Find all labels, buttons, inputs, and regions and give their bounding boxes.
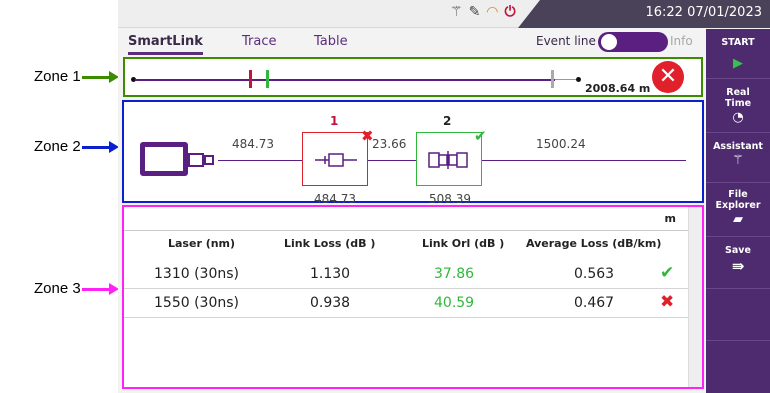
power-icon: ⏻: [504, 4, 516, 20]
probe-icon: ✎: [468, 4, 481, 20]
clock: 16:22 07/01/2023: [645, 5, 762, 20]
zone-2-arrow: [82, 141, 119, 153]
cell-link-orl: 40.59: [434, 295, 475, 311]
clock-area: 16:22 07/01/2023: [518, 0, 770, 28]
device-screen: ⚚ ✎ ◠ ⏻ 16:22 07/01/2023 SmartLink Trace…: [118, 0, 770, 393]
info-label: Info: [670, 34, 693, 48]
cell-laser: 1550 (30ns): [154, 295, 239, 311]
event-marker-1[interactable]: [249, 70, 252, 88]
table-row[interactable]: 1310 (30ns) 1.130 37.86 0.563 ✔: [124, 261, 688, 289]
sidebar-empty-slot: [706, 289, 770, 341]
save-icon: ⇛: [731, 257, 745, 275]
tab-bar: SmartLink Trace Table Event line Info: [118, 29, 706, 55]
zone-3-results: m Laser (nm) Link Loss (dB ) Link Orl (d…: [122, 205, 704, 389]
folder-icon: ▰: [733, 212, 743, 227]
event-1-fail-icon: ✖: [361, 127, 374, 145]
end-dot: [576, 77, 581, 82]
sidebar: START ▶ Real Time ◔ Assistant ⚚ File Exp…: [706, 29, 770, 393]
unit-row: m: [124, 207, 688, 231]
header-link-orl: Link Orl (dB ): [422, 237, 505, 250]
cell-link-loss: 0.938: [310, 295, 351, 311]
clock-date: 07/01/2023: [687, 5, 762, 20]
results-table: Laser (nm) Link Loss (dB ) Link Orl (dB …: [124, 231, 688, 387]
header-laser: Laser (nm): [168, 237, 236, 250]
zone-2-link-view: 484.73 23.66 1500.24 1 ✖ 484.73 2 ✔ 508.…: [122, 100, 704, 206]
event-2-position: 508.39: [429, 192, 471, 206]
unit-label: m: [664, 212, 676, 225]
header-link-loss: Link Loss (dB ): [284, 237, 376, 250]
zone-3-arrow: [82, 283, 119, 295]
cell-average-loss: 0.563: [574, 266, 615, 282]
fail-icon: ✖: [660, 292, 675, 312]
assistant-label: Assistant: [713, 141, 763, 152]
page: Zone 1 Zone 2 Zone 3 ⚚ ✎ ◠ ⏻ 16:22 07/01…: [0, 0, 770, 393]
save-label: Save: [725, 245, 751, 256]
real-time-button[interactable]: Real Time ◔: [706, 79, 770, 133]
start-button[interactable]: START ▶: [706, 29, 770, 79]
save-button[interactable]: Save ⇛: [706, 237, 770, 289]
event-2-pass-icon: ✔: [474, 127, 487, 145]
zone-1-overview: 2008.64 m ✕: [123, 57, 703, 97]
end-marker[interactable]: [551, 70, 554, 88]
segment-2-length: 23.66: [372, 137, 407, 151]
tab-table[interactable]: Table: [314, 34, 348, 49]
tab-trace[interactable]: Trace: [242, 34, 277, 49]
assistant-button[interactable]: Assistant ⚚: [706, 133, 770, 183]
zone-1-arrow: [82, 71, 119, 83]
clock-time: 16:22: [645, 5, 683, 20]
zone-2-label: Zone 2: [34, 138, 81, 155]
magic-wand-icon: ⚚: [450, 4, 463, 20]
event-line-label: Event line: [536, 34, 596, 48]
otdr-device-icon: [140, 142, 188, 176]
zone-1-label: Zone 1: [34, 68, 81, 85]
table-row[interactable]: 1550 (30ns) 0.938 40.59 0.467 ✖: [124, 290, 688, 318]
toggle-knob: [601, 34, 617, 50]
cell-link-orl: 37.86: [434, 266, 475, 282]
event-1-number: 1: [330, 114, 339, 128]
cell-link-loss: 1.130: [310, 266, 351, 282]
wifi-icon: ◠: [486, 4, 499, 20]
status-icons: ⚚ ✎ ◠ ⏻: [450, 4, 516, 20]
cell-laser: 1310 (30ns): [154, 266, 239, 282]
file-explorer-label: File Explorer: [715, 189, 761, 211]
device-plug-icon: [188, 153, 204, 167]
real-time-label: Real Time: [724, 87, 752, 109]
pass-icon: ✔: [660, 263, 675, 283]
tab-smartlink[interactable]: SmartLink: [128, 34, 203, 55]
link-line: [135, 79, 555, 81]
event-marker-2[interactable]: [266, 70, 269, 88]
status-bar: ⚚ ✎ ◠ ⏻ 16:22 07/01/2023: [118, 0, 770, 28]
event-1-box[interactable]: [302, 132, 368, 186]
file-explorer-button[interactable]: File Explorer ▰: [706, 183, 770, 237]
magic-wand-icon: ⚚: [732, 153, 744, 168]
link-length: 2008.64 m: [585, 82, 651, 95]
splitter-icon: [315, 153, 357, 167]
event-2-number: 2: [443, 114, 452, 128]
device-port-icon: [204, 155, 214, 165]
cell-average-loss: 0.467: [574, 295, 615, 311]
stopwatch-icon: ◔: [732, 110, 744, 125]
start-label: START: [721, 37, 755, 48]
event-line-toggle[interactable]: [598, 32, 668, 52]
header-average-loss: Average Loss (dB/km): [526, 237, 662, 250]
event-2-box[interactable]: [416, 132, 482, 186]
zone-3-label: Zone 3: [34, 280, 81, 297]
event-1-position: 484.73: [314, 192, 356, 206]
segment-1-length: 484.73: [232, 137, 274, 151]
segment-3-length: 1500.24: [536, 137, 586, 151]
scrollbar[interactable]: [688, 207, 702, 387]
close-icon[interactable]: ✕: [652, 61, 684, 93]
end-line: [555, 79, 577, 80]
play-icon: ▶: [733, 56, 743, 71]
